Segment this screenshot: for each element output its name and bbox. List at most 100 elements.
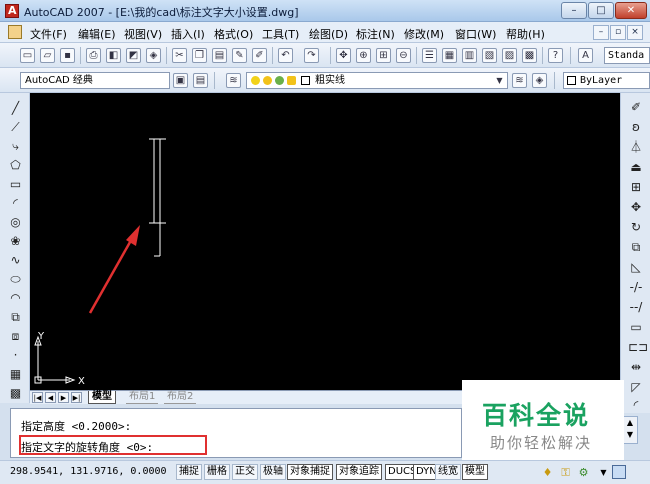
ellipse-icon[interactable]: ⬭ xyxy=(8,272,23,287)
menu-window[interactable]: 窗口(W) xyxy=(455,26,496,42)
tab-model[interactable]: 模型 xyxy=(88,391,116,404)
workspace-settings-icon[interactable]: ▣ xyxy=(173,73,188,88)
next-tab-button[interactable]: ▶ xyxy=(58,392,69,403)
clean-screen-icon[interactable] xyxy=(612,465,626,479)
save-icon[interactable]: ▪ xyxy=(60,48,75,63)
make-block-icon[interactable]: ⧈ xyxy=(8,329,23,344)
extend-icon[interactable]: --/ xyxy=(628,299,644,315)
spline-icon[interactable]: ∿ xyxy=(8,253,23,268)
mdi-restore-button[interactable]: ▫ xyxy=(610,25,626,40)
layer-dropdown-icon[interactable]: ▼ xyxy=(493,74,506,87)
command-scrollbar[interactable]: ▲ ▼ xyxy=(622,416,638,444)
construction-line-icon[interactable]: ⟋ xyxy=(8,120,23,135)
menu-draw[interactable]: 绘图(D) xyxy=(309,26,348,42)
print-preview-icon[interactable]: ◧ xyxy=(106,48,121,63)
linetype-combo[interactable]: ByLayer xyxy=(563,72,650,89)
maximize-button[interactable]: □ xyxy=(588,2,614,19)
status-menu-arrow-icon[interactable]: ▼ xyxy=(596,465,611,480)
scroll-up-icon[interactable]: ▲ xyxy=(623,417,637,429)
last-tab-button[interactable]: ▶| xyxy=(71,392,82,403)
communication-center-icon[interactable]: ♦ xyxy=(540,465,555,480)
tab-layout2[interactable]: 布局2 xyxy=(164,391,197,404)
mdi-close-button[interactable]: × xyxy=(627,25,643,40)
text-style-icon[interactable]: A xyxy=(578,48,593,63)
workspace-combo[interactable]: AutoCAD 经典 xyxy=(20,72,170,89)
menu-view[interactable]: 视图(V) xyxy=(124,26,162,42)
document-icon[interactable] xyxy=(8,25,22,39)
close-button[interactable]: ✕ xyxy=(615,2,647,19)
zoom-previous-icon[interactable]: ⊖ xyxy=(396,48,411,63)
block-editor-icon[interactable]: ✐ xyxy=(252,48,267,63)
markup-icon[interactable]: ▨ xyxy=(502,48,517,63)
match-properties-icon[interactable]: ✎ xyxy=(232,48,247,63)
rotate-icon[interactable]: ↻ xyxy=(628,219,644,235)
point-icon[interactable]: · xyxy=(8,348,23,363)
hatch-icon[interactable]: ▦ xyxy=(8,367,23,382)
rectangle-icon[interactable]: ▭ xyxy=(8,177,23,192)
polyline-icon[interactable]: ⤷ xyxy=(8,139,23,154)
zoom-realtime-icon[interactable]: ⊕ xyxy=(356,48,371,63)
layer-manager-icon[interactable]: ≋ xyxy=(226,73,241,88)
workspace-save-icon[interactable]: ▤ xyxy=(193,73,208,88)
circle-icon[interactable]: ◎ xyxy=(8,215,23,230)
toggle-grid[interactable]: 栅格 xyxy=(204,464,230,480)
menu-dimension[interactable]: 标注(N) xyxy=(356,26,395,42)
menu-format[interactable]: 格式(O) xyxy=(214,26,253,42)
cut-icon[interactable]: ✂ xyxy=(172,48,187,63)
undo-icon[interactable]: ↶ xyxy=(278,48,293,63)
ellipse-arc-icon[interactable]: ◠ xyxy=(8,291,23,306)
publish-icon[interactable]: ◩ xyxy=(126,48,141,63)
print-icon[interactable]: ⎙ xyxy=(86,48,101,63)
tab-layout1[interactable]: 布局1 xyxy=(126,391,159,404)
menu-help[interactable]: 帮助(H) xyxy=(506,26,545,42)
lock-toolbar-icon[interactable]: ⚿ xyxy=(558,465,573,480)
menu-modify[interactable]: 修改(M) xyxy=(404,26,444,42)
revision-cloud-icon[interactable]: ❀ xyxy=(8,234,23,249)
new-file-icon[interactable]: ▭ xyxy=(20,48,35,63)
mdi-minimize-button[interactable]: – xyxy=(593,25,609,40)
prev-tab-button[interactable]: ◀ xyxy=(45,392,56,403)
text-style-combo[interactable]: Standa xyxy=(604,47,650,64)
properties-icon[interactable]: ☰ xyxy=(422,48,437,63)
3d-dwf-icon[interactable]: ◈ xyxy=(146,48,161,63)
open-file-icon[interactable]: ▱ xyxy=(40,48,55,63)
pan-icon[interactable]: ✥ xyxy=(336,48,351,63)
chamfer-icon[interactable]: ◸ xyxy=(628,379,644,395)
drawing-canvas[interactable]: Y X xyxy=(30,93,620,391)
first-tab-button[interactable]: |◀ xyxy=(32,392,43,403)
toggle-polar[interactable]: 极轴 xyxy=(260,464,286,480)
offset-icon[interactable]: ⏏ xyxy=(628,159,644,175)
paste-icon[interactable]: ▤ xyxy=(212,48,227,63)
menu-insert[interactable]: 插入(I) xyxy=(171,26,205,42)
zoom-window-icon[interactable]: ⊞ xyxy=(376,48,391,63)
toggle-otrack[interactable]: 对象追踪 xyxy=(336,464,382,480)
toggle-model[interactable]: 模型 xyxy=(462,464,488,480)
menu-edit[interactable]: 编辑(E) xyxy=(78,26,116,42)
arc-icon[interactable]: ◜ xyxy=(8,196,23,211)
menu-tools[interactable]: 工具(T) xyxy=(262,26,299,42)
design-center-icon[interactable]: ▦ xyxy=(442,48,457,63)
sheet-set-icon[interactable]: ▧ xyxy=(482,48,497,63)
mirror-icon[interactable]: ⏃ xyxy=(628,139,644,155)
layer-combo[interactable]: 粗实线 ▼ xyxy=(246,72,508,89)
move-icon[interactable]: ✥ xyxy=(628,199,644,215)
make-object-layer-current-icon[interactable]: ◈ xyxy=(532,73,547,88)
fillet-icon[interactable]: ◜ xyxy=(628,397,644,413)
copy-icon[interactable]: ❐ xyxy=(192,48,207,63)
stretch-icon[interactable]: ◺ xyxy=(628,259,644,275)
redo-icon[interactable]: ↷ xyxy=(304,48,319,63)
array-icon[interactable]: ⊞ xyxy=(628,179,644,195)
insert-block-icon[interactable]: ⧉ xyxy=(8,310,23,325)
help-icon[interactable]: ? xyxy=(548,48,563,63)
erase-icon[interactable]: ✐ xyxy=(628,99,644,115)
tool-palettes-icon[interactable]: ▥ xyxy=(462,48,477,63)
toggle-ortho[interactable]: 正交 xyxy=(232,464,258,480)
polygon-icon[interactable]: ⬠ xyxy=(8,158,23,173)
line-icon[interactable]: ╱ xyxy=(8,101,23,116)
tray-settings-icon[interactable]: ⚙ xyxy=(576,465,591,480)
menu-file[interactable]: 文件(F) xyxy=(30,26,67,42)
trim-icon[interactable]: -/- xyxy=(628,279,644,295)
break-at-point-icon[interactable]: ▭ xyxy=(628,319,644,335)
command-window[interactable]: 指定高度 <0.2000>: 指定文字的旋转角度 <0>: xyxy=(10,408,462,458)
break-icon[interactable]: ⊏⊐ xyxy=(628,339,648,355)
